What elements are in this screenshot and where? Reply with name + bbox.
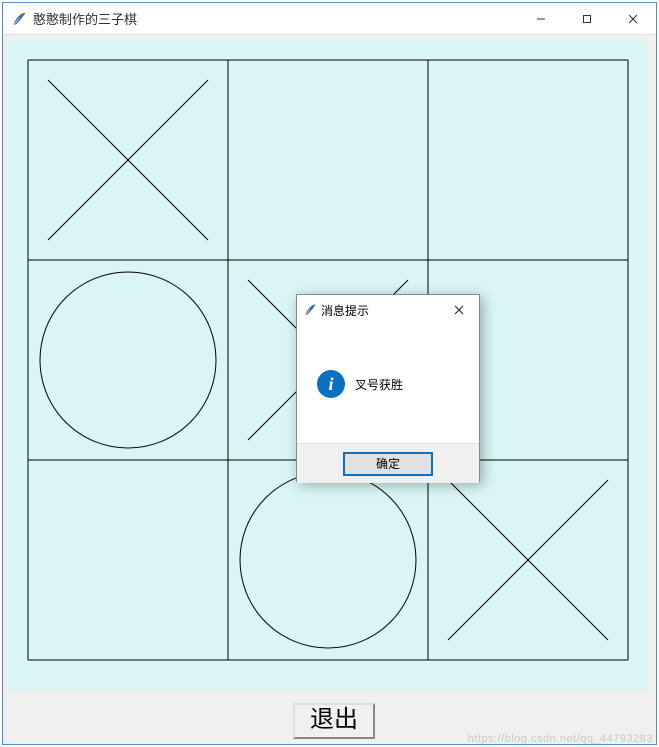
tk-feather-icon: [11, 11, 27, 27]
maximize-button[interactable]: [564, 3, 610, 34]
tk-feather-icon: [303, 303, 317, 317]
minimize-button[interactable]: [518, 3, 564, 34]
titlebar[interactable]: 憨憨制作的三子棋: [3, 3, 656, 35]
dialog-message: 叉号获胜: [355, 376, 403, 393]
info-icon: i: [317, 370, 345, 398]
window-title: 憨憨制作的三子棋: [33, 9, 518, 28]
message-dialog: 消息提示 i 叉号获胜 确定: [296, 294, 480, 482]
window-controls: [518, 3, 656, 34]
dialog-title: 消息提示: [321, 302, 439, 319]
close-button[interactable]: [610, 3, 656, 34]
dialog-close-button[interactable]: [439, 302, 479, 318]
watermark: https://blog.csdn.net/qq_44793283: [468, 733, 653, 745]
dialog-body: i 叉号获胜: [297, 325, 479, 443]
dialog-titlebar[interactable]: 消息提示: [297, 295, 479, 325]
exit-button[interactable]: 退出: [293, 703, 375, 739]
dialog-footer: 确定: [297, 443, 479, 483]
ok-button[interactable]: 确定: [343, 452, 433, 476]
